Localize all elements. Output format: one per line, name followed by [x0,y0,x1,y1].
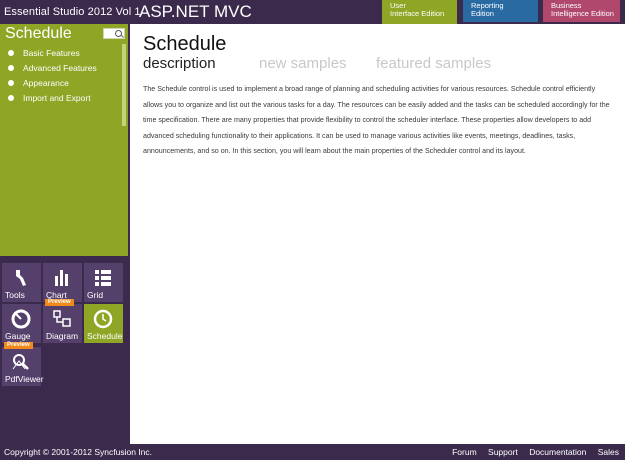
tile-grid[interactable]: Grid [84,263,123,302]
bullet-icon [8,50,14,56]
sidebar-item-basic-features[interactable]: Basic Features [8,46,97,61]
tools-icon [16,270,26,286]
diagram-icon [53,310,71,327]
main-content: Schedule description new samples feature… [130,24,625,444]
preview-badge: Preview [4,342,33,349]
bullet-icon [8,95,14,101]
footer-link-documentation[interactable]: Documentation [529,447,586,457]
footer-link-support[interactable]: Support [488,447,518,457]
sidebar-item-import-export[interactable]: Import and Export [8,91,97,106]
tile-label: Grid [87,290,104,300]
footer-link-forum[interactable]: Forum [452,447,477,457]
tile-chart[interactable]: Chart [43,263,82,302]
search-icon[interactable] [115,30,122,37]
panel-title: Schedule [5,25,72,42]
page-title: Schedule [143,33,227,55]
brand-title: Essential Studio 2012 Vol 1 [4,6,141,18]
description-text: The Schedule control is used to implemen… [143,85,610,155]
footer-links: Forum Support Documentation Sales [443,447,619,457]
sidebar: Schedule Basic Features Advanced Feature… [0,24,130,444]
bullet-icon [8,80,14,86]
sidebar-item-advanced-features[interactable]: Advanced Features [8,61,97,76]
sidebar-item-label: Basic Features [23,48,80,58]
preview-badge: Preview [45,299,74,306]
tile-tools[interactable]: Tools [2,263,41,302]
footer-link-sales[interactable]: Sales [598,447,619,457]
scrollbar[interactable] [122,44,126,126]
tile-label: Gauge [5,331,31,341]
tile-label: Tools [5,290,25,300]
tile-pdfviewer[interactable]: Preview PdfViewer [2,342,44,386]
search-input[interactable] [103,28,125,39]
tab-description[interactable]: description [143,55,216,72]
sidebar-item-appearance[interactable]: Appearance [8,76,97,91]
gauge-icon [11,309,31,329]
edition-user-interface[interactable]: User Interface Edition [382,0,457,27]
sidebar-item-label: Appearance [23,78,69,88]
footer: Copyright © 2001-2012 Syncfusion Inc. Fo… [0,444,625,460]
sidebar-item-label: Import and Export [23,93,91,103]
edition-line2: Intelligence Edition [551,9,614,18]
tile-label: PdfViewer [5,374,44,384]
chart-icon [55,270,68,286]
grid-icon [95,270,111,286]
pdfviewer-icon [12,354,29,370]
tile-schedule[interactable]: Schedule [84,304,123,343]
tile-label: Diagram [46,331,79,341]
feature-list: Basic Features Advanced Features Appeara… [8,46,97,106]
edition-business-intelligence[interactable]: Business Intelligence Edition [543,0,620,22]
tile-diagram[interactable]: Preview Diagram [43,299,82,343]
tab-featured-samples[interactable]: featured samples [376,55,491,72]
edition-line2: Edition [471,9,494,18]
tile-gauge[interactable]: Gauge [2,304,41,343]
edition-reporting[interactable]: Reporting Edition [463,0,538,22]
copyright-text: Copyright © 2001-2012 Syncfusion Inc. [4,447,153,457]
bullet-icon [8,65,14,71]
app-window: Essential Studio 2012 Vol 1 ASP.NET MVC … [0,0,625,460]
app-title: ASP.NET MVC [139,2,252,21]
schedule-icon [93,309,113,329]
sidebar-item-label: Advanced Features [23,63,97,73]
top-bar: Essential Studio 2012 Vol 1 ASP.NET MVC … [0,0,625,27]
edition-line2: Interface Edition [390,9,445,18]
tile-label: Schedule [87,331,123,341]
tab-new-samples[interactable]: new samples [259,55,347,72]
feature-panel: Schedule Basic Features Advanced Feature… [0,24,128,256]
